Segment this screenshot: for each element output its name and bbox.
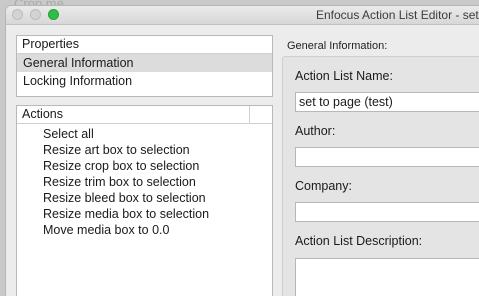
action-list-name-input[interactable]: set to page (test) (295, 92, 479, 112)
properties-panel: Properties General Information Locking I… (16, 35, 273, 97)
author-label: Author: (295, 124, 336, 138)
company-input[interactable] (295, 202, 479, 222)
property-item-locking-information[interactable]: Locking Information (17, 72, 272, 90)
actions-panel: Actions Select all Resize art box to sel… (16, 105, 273, 296)
action-item[interactable]: Resize crop box to selection (17, 158, 272, 174)
company-label: Company: (295, 179, 352, 193)
window-title: Enfocus Action List Editor - set (316, 8, 479, 22)
close-button[interactable] (12, 9, 23, 20)
property-item-label: Locking Information (23, 74, 133, 88)
actions-list: Select all Resize art box to selection R… (17, 124, 272, 238)
action-list-name-label: Action List Name: (295, 69, 393, 83)
actions-header-label: Actions (22, 107, 63, 121)
title-bar[interactable]: Enfocus Action List Editor - set (6, 6, 479, 25)
property-item-general-information[interactable]: General Information (17, 54, 272, 72)
action-list-description-textarea[interactable] (295, 258, 479, 296)
action-list-description-label: Action List Description: (295, 234, 423, 248)
action-item[interactable]: Move media box to 0.0 (17, 222, 272, 238)
author-input[interactable] (295, 147, 479, 167)
action-item[interactable]: Select all (17, 126, 272, 142)
properties-header: Properties (17, 36, 272, 54)
action-item[interactable]: Resize trim box to selection (17, 174, 272, 190)
property-item-label: General Information (23, 56, 134, 70)
minimize-button[interactable] (30, 9, 41, 20)
action-item[interactable]: Resize media box to selection (17, 206, 272, 222)
header-column-divider (249, 106, 272, 123)
action-item[interactable]: Resize art box to selection (17, 142, 272, 158)
actions-header[interactable]: Actions (17, 106, 272, 124)
action-item[interactable]: Resize bleed box to selection (17, 190, 272, 206)
general-information-group-label: General Information: (287, 40, 388, 52)
action-list-editor-window: Enfocus Action List Editor - set Propert… (6, 6, 479, 296)
maximize-button[interactable] (48, 9, 59, 20)
